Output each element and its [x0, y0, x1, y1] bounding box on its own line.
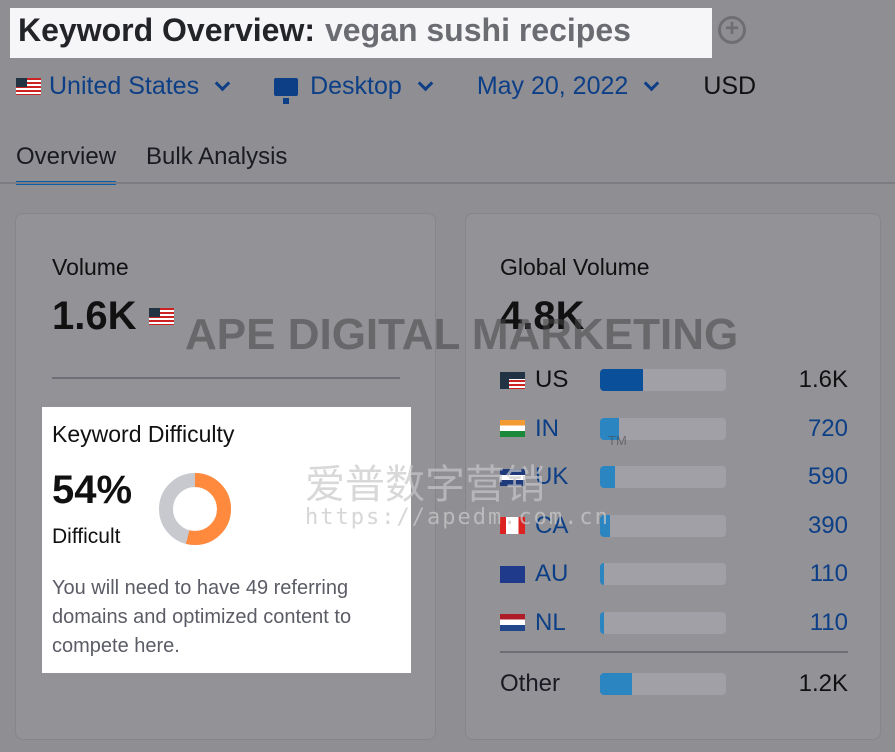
country-bar-fill [600, 466, 616, 488]
chevron-down-icon [417, 75, 434, 92]
country-value[interactable]: 590 [808, 463, 848, 491]
country-value[interactable]: 390 [808, 512, 848, 540]
currency-label: USD [703, 72, 757, 100]
us-flag-icon [500, 371, 525, 389]
keyword-text: vegan sushi recipes [325, 12, 631, 48]
country-bar [600, 369, 726, 391]
country-bar-fill [600, 417, 619, 440]
kd-label: Keyword Difficulty [52, 421, 235, 447]
desktop-icon [274, 77, 299, 104]
volume-label: Volume [52, 254, 129, 280]
country-bar-fill [600, 369, 643, 391]
country-row-nl: NL 110 [500, 609, 848, 637]
country-row-ca: CA 390 [500, 512, 848, 540]
chevron-down-icon [644, 75, 660, 92]
us-flag-icon [149, 308, 174, 325]
uk-flag-icon [500, 468, 525, 486]
us-flag-icon [16, 78, 41, 95]
country-code[interactable]: IN [535, 415, 605, 443]
volume-value: 1.6K [52, 294, 137, 338]
country-code[interactable]: CA [535, 512, 605, 540]
chevron-down-icon [214, 75, 231, 92]
country-value: 1.6K [798, 366, 848, 393]
in-flag-icon [500, 420, 525, 437]
country-bar-fill [600, 514, 611, 537]
tabs-divider [0, 182, 895, 184]
country-row-au: AU 110 [500, 560, 848, 588]
country-label: United States [49, 72, 200, 100]
country-bar-fill [600, 563, 604, 585]
kd-description: You will need to have 49 referring domai… [52, 577, 352, 657]
country-value[interactable]: 110 [810, 560, 848, 588]
page-title: Keyword Overview: vegan sushi recipes [18, 12, 631, 49]
other-bar [600, 673, 726, 695]
country-bar [600, 611, 726, 634]
device-dropdown[interactable]: Desktop [274, 72, 434, 104]
kd-value: 54% [52, 468, 133, 512]
kd-level: Difficult [52, 525, 121, 548]
other-bar-fill [600, 673, 632, 695]
title-label: Keyword Overview: [18, 12, 315, 48]
country-row-in: IN 720 [500, 415, 848, 443]
date-label: May 20, 2022 [476, 72, 629, 100]
filters-bar: United States Desktop May 20, 2022 USD [16, 72, 802, 104]
tab-overview[interactable]: Overview [16, 143, 117, 185]
country-bar [600, 466, 726, 488]
nl-flag-icon [500, 614, 525, 631]
country-bar [600, 417, 726, 440]
country-code[interactable]: AU [535, 560, 605, 588]
other-value: 1.2K [798, 670, 848, 697]
country-row-uk: UK 590 [500, 463, 848, 491]
country-bar-fill [600, 611, 604, 634]
tab-bulk-analysis[interactable]: Bulk Analysis [146, 143, 287, 185]
other-divider [500, 651, 848, 653]
country-bar [600, 563, 726, 585]
country-value[interactable]: 720 [808, 415, 848, 443]
global-volume-value: 4.8K [500, 294, 585, 338]
volume-divider [52, 377, 400, 379]
country-code[interactable]: NL [535, 609, 605, 637]
country-value[interactable]: 110 [810, 609, 848, 637]
global-volume-label: Global Volume [500, 254, 650, 280]
au-flag-icon [500, 565, 525, 583]
kd-donut-chart [159, 473, 231, 545]
country-code: US [535, 366, 569, 393]
date-dropdown[interactable]: May 20, 2022 [476, 72, 660, 101]
country-bar [600, 514, 726, 537]
plus-circle-icon[interactable]: + [718, 16, 746, 44]
device-label: Desktop [310, 72, 402, 100]
ca-flag-icon [500, 517, 525, 534]
other-label: Other [500, 670, 561, 697]
country-row-us: US 1.6K [500, 366, 848, 394]
tabs: Overview Bulk Analysis [16, 143, 287, 185]
country-row-other: Other 1.2K [500, 670, 848, 698]
country-dropdown[interactable]: United States [16, 72, 231, 101]
country-code[interactable]: UK [535, 463, 605, 491]
